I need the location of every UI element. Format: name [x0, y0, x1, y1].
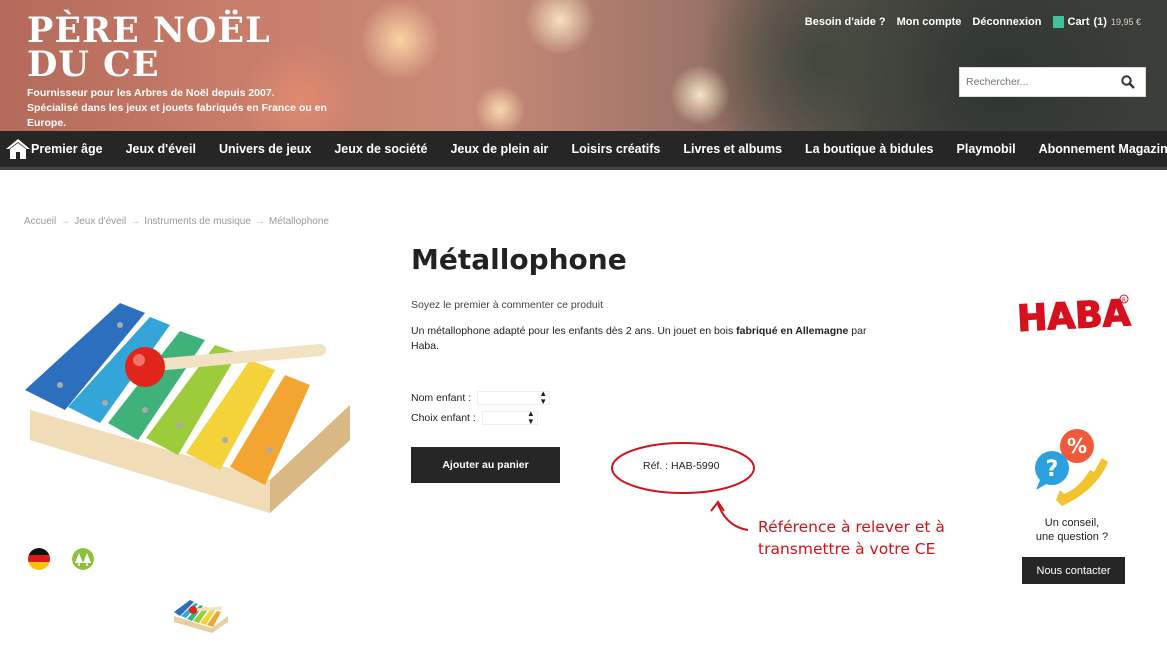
account-link[interactable]: Mon compte — [897, 16, 962, 28]
nav-item-plein-air[interactable]: Jeux de plein air — [450, 142, 548, 156]
breadcrumb-category[interactable]: Jeux d'éveil — [74, 216, 126, 227]
option-child-choice: Choix enfant : ▲ ▼ — [411, 409, 538, 426]
nav-item-premier-age[interactable]: Premier âge — [31, 142, 103, 156]
wood-trees-icon — [72, 548, 94, 570]
option-child-name: Nom enfant : ▲ ▼ — [411, 389, 551, 406]
home-icon[interactable] — [0, 138, 31, 160]
logo-line-1: PÈRE NOËL — [27, 10, 271, 51]
cart-icon — [1052, 16, 1064, 28]
option-child-choice-label: Choix enfant : — [411, 412, 476, 424]
search-box — [959, 67, 1146, 97]
select-arrows-icon: ▲ ▼ — [539, 389, 548, 406]
site-logo[interactable]: PÈRE NOËL DU CE — [27, 10, 277, 85]
svg-text:?: ? — [1046, 457, 1059, 482]
nav-item-loisirs-creatifs[interactable]: Loisirs créatifs — [571, 142, 660, 156]
svg-text:%: % — [1067, 434, 1087, 458]
svg-text:R: R — [1122, 297, 1126, 304]
search-input[interactable] — [960, 68, 1110, 96]
product-thumbnail[interactable] — [172, 592, 230, 634]
nav-item-jeux-societe[interactable]: Jeux de société — [334, 142, 427, 156]
help-text: Un conseil, une question ? — [1022, 516, 1122, 544]
contact-button[interactable]: Nous contacter — [1022, 557, 1125, 584]
tagline-line-2: Spécialisé dans les jeux et jouets fabri… — [27, 102, 327, 129]
nav-item-univers-jeux[interactable]: Univers de jeux — [219, 142, 311, 156]
search-icon[interactable] — [1121, 75, 1135, 94]
breadcrumb-arrow-icon: → — [130, 216, 141, 227]
annotation-line-1: Référence à relever et à — [758, 518, 945, 536]
brand-logo-text: HABA — [1016, 293, 1131, 340]
help-chat-icon: % ? — [1030, 428, 1112, 517]
product-description: Un métallophone adapté pour les enfants … — [411, 324, 881, 354]
description-bold: fabriqué en Allemagne — [736, 325, 849, 337]
logo-line-2: DU CE — [27, 44, 160, 85]
help-line-1: Un conseil, — [1044, 517, 1100, 529]
product-title: Métallophone — [411, 243, 627, 276]
option-child-name-label: Nom enfant : — [411, 392, 472, 404]
review-link[interactable]: Soyez le premier à commenter ce produit — [411, 299, 603, 311]
breadcrumb-current: Métallophone — [268, 216, 329, 227]
logout-link[interactable]: Déconnexion — [972, 16, 1041, 28]
origin-flags — [28, 548, 94, 570]
nav-item-boutique-bidules[interactable]: La boutique à bidules — [805, 142, 933, 156]
breadcrumb: Accueil → Jeux d'éveil → Instruments de … — [24, 216, 329, 227]
description-text: Un métallophone adapté pour les enfants … — [411, 325, 737, 337]
nav-list: Premier âge Jeux d'éveil Univers de jeux… — [31, 142, 1167, 156]
child-choice-select-wrap: ▲ ▼ — [476, 409, 538, 426]
main-nav: Premier âge Jeux d'éveil Univers de jeux… — [0, 131, 1167, 170]
product-image[interactable] — [20, 245, 360, 525]
germany-flag-icon — [28, 548, 50, 570]
child-name-select-wrap: ▲ ▼ — [471, 389, 551, 406]
haba-brand-logo[interactable]: HABA R — [1015, 290, 1136, 351]
cart-total: 19,95 € — [1110, 17, 1141, 27]
add-to-cart-button[interactable]: Ajouter au panier — [411, 447, 560, 483]
site-header: PÈRE NOËL DU CE Fournisseur pour les Arb… — [0, 0, 1167, 131]
breadcrumb-subcategory[interactable]: Instruments de musique — [144, 216, 251, 227]
nav-item-abonnement-magazine[interactable]: Abonnement Magazine — [1039, 142, 1167, 156]
nav-item-jeux-eveil[interactable]: Jeux d'éveil — [126, 142, 196, 156]
annotation-ellipse-arrow — [611, 442, 755, 531]
annotation-line-2: transmettre à votre CE — [758, 540, 936, 558]
cart-count: (1) — [1093, 16, 1107, 28]
breadcrumb-home[interactable]: Accueil — [24, 216, 56, 227]
select-arrows-icon: ▲ ▼ — [526, 409, 535, 426]
help-line-2: une question ? — [1035, 531, 1109, 543]
tagline-line-1: Fournisseur pour les Arbres de Noël depu… — [27, 87, 275, 99]
breadcrumb-arrow-icon: → — [254, 216, 265, 227]
breadcrumb-arrow-icon: → — [60, 216, 71, 227]
nav-item-playmobil[interactable]: Playmobil — [957, 142, 1016, 156]
nav-item-livres-albums[interactable]: Livres et albums — [683, 142, 782, 156]
top-links: Besoin d'aide ? Mon compte Déconnexion C… — [805, 16, 1141, 28]
cart-label: Cart — [1067, 16, 1090, 28]
site-tagline: Fournisseur pour les Arbres de Noël depu… — [27, 86, 367, 131]
cart-link[interactable]: Cart (1) 19,95 € — [1052, 16, 1141, 28]
help-link[interactable]: Besoin d'aide ? — [805, 16, 886, 28]
annotation-note: Référence à relever et à transmettre à v… — [758, 516, 958, 560]
